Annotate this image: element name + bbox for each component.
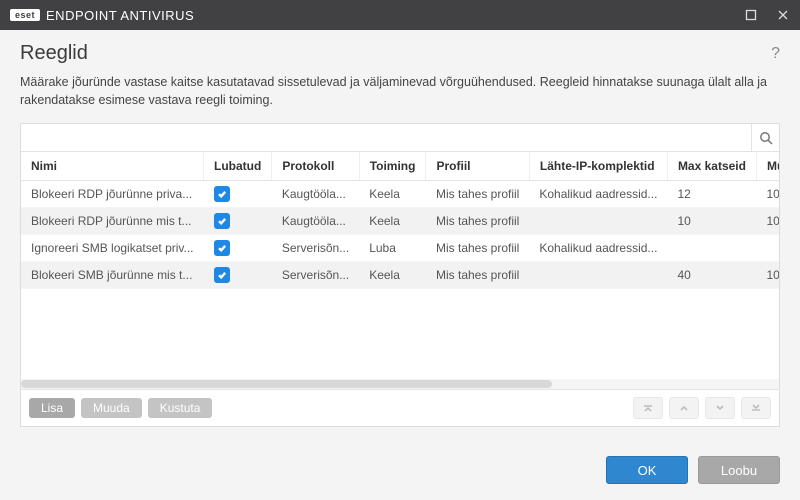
enabled-checkbox[interactable] [214,186,230,202]
cell-name: Blokeeri RDP jõurünne mis t... [21,208,204,235]
table-row[interactable]: Blokeeri RDP jõurünne mis t... Kaugtööla.… [21,208,779,235]
col-name[interactable]: Nimi [21,152,204,181]
cell-source-ip: Kohalikud aadressid... [529,235,667,262]
cell-blacklist: 10 [756,208,779,235]
cell-name: Blokeeri SMB jõurünne mis t... [21,262,204,289]
enabled-checkbox[interactable] [214,213,230,229]
cell-source-ip: Kohalikud aadressid... [529,181,667,208]
dialog-footer: OK Loobu [20,440,780,500]
brand-badge: eset [10,9,40,21]
search-row [21,124,779,152]
enabled-checkbox[interactable] [214,240,230,256]
scrollbar-thumb[interactable] [21,380,552,388]
cell-blacklist: 10 [756,262,779,289]
cell-source-ip [529,262,667,289]
cell-blacklist [756,235,779,262]
cell-name: Blokeeri RDP jõurünne priva... [21,181,204,208]
cell-protocol: Serverisõn... [272,235,359,262]
cell-enabled [204,235,272,262]
page-title: Reeglid [20,42,88,65]
move-up-button[interactable] [669,397,699,419]
col-blacklist[interactable]: Mustas nim [756,152,779,181]
minimize-button[interactable] [744,8,758,22]
cell-profile: Mis tahes profiil [426,208,529,235]
enabled-checkbox[interactable] [214,267,230,283]
cell-enabled [204,181,272,208]
search-input[interactable] [21,124,751,151]
search-button[interactable] [751,124,779,151]
edit-button[interactable]: Muuda [81,398,142,418]
cell-profile: Mis tahes profiil [426,262,529,289]
cell-enabled [204,262,272,289]
cell-max-attempts: 12 [667,181,756,208]
col-action[interactable]: Toiming [359,152,426,181]
col-profile[interactable]: Profiil [426,152,529,181]
col-protocol[interactable]: Protokoll [272,152,359,181]
cell-blacklist: 10 [756,181,779,208]
move-down-button[interactable] [705,397,735,419]
move-top-button[interactable] [633,397,663,419]
horizontal-scrollbar[interactable] [21,379,779,389]
rules-table: Nimi Lubatud Protokoll Toiming Profiil L… [21,152,779,289]
cell-action: Keela [359,208,426,235]
ok-button[interactable]: OK [606,456,688,484]
cell-protocol: Serverisõn... [272,262,359,289]
product-title: ENDPOINT ANTIVIRUS [46,8,194,23]
cell-action: Keela [359,262,426,289]
cell-profile: Mis tahes profiil [426,181,529,208]
cell-protocol: Kaugtööla... [272,208,359,235]
col-source-ip[interactable]: Lähte-IP-komplektid [529,152,667,181]
cell-protocol: Kaugtööla... [272,181,359,208]
rules-panel: Nimi Lubatud Protokoll Toiming Profiil L… [20,123,780,427]
cell-action: Luba [359,235,426,262]
table-row[interactable]: Blokeeri RDP jõurünne priva... Kaugtööla.… [21,181,779,208]
page-description: Määrake jõuründe vastase kaitse kasutata… [20,73,780,109]
cell-max-attempts [667,235,756,262]
col-enabled[interactable]: Lubatud [204,152,272,181]
cancel-button[interactable]: Loobu [698,456,780,484]
cell-max-attempts: 10 [667,208,756,235]
rules-table-wrap[interactable]: Nimi Lubatud Protokoll Toiming Profiil L… [21,152,779,390]
cell-profile: Mis tahes profiil [426,235,529,262]
help-icon[interactable]: ? [771,45,780,63]
cell-source-ip [529,208,667,235]
delete-button[interactable]: Kustuta [148,398,213,418]
close-button[interactable] [776,8,790,22]
cell-action: Keela [359,181,426,208]
cell-max-attempts: 40 [667,262,756,289]
table-row[interactable]: Ignoreeri SMB logikatset priv... Serveris… [21,235,779,262]
cell-name: Ignoreeri SMB logikatset priv... [21,235,204,262]
col-max-attempts[interactable]: Max katseid [667,152,756,181]
add-button[interactable]: Lisa [29,398,75,418]
titlebar: eset ENDPOINT ANTIVIRUS [0,0,800,30]
table-row[interactable]: Blokeeri SMB jõurünne mis t... Serverisõn… [21,262,779,289]
cell-enabled [204,208,272,235]
panel-actions: Lisa Muuda Kustuta [21,390,779,426]
move-bottom-button[interactable] [741,397,771,419]
